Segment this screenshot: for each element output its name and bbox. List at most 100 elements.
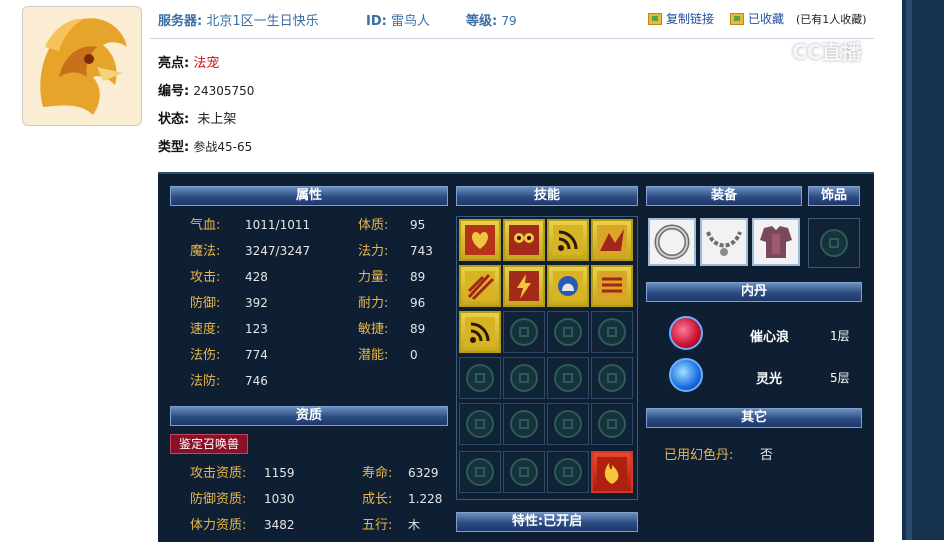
skill-slot[interactable] <box>547 265 589 307</box>
stat-label: 成长: <box>362 492 393 507</box>
empty-emblem-icon <box>466 458 494 486</box>
aptitude-header: 资质 <box>170 406 448 426</box>
skill-slot[interactable] <box>503 265 545 307</box>
skill-slot[interactable] <box>591 219 633 261</box>
equipment-slot[interactable] <box>700 218 748 266</box>
scroll-skill-icon <box>597 271 627 301</box>
chain-collar-icon <box>706 231 742 256</box>
number-row: 编号: 24305750 <box>158 80 254 99</box>
id-value: 雷鸟人 <box>390 14 430 29</box>
skill-slot[interactable] <box>503 219 545 261</box>
empty-skill-slot <box>459 357 501 399</box>
stat-row: 寿命: 6329 <box>362 462 439 481</box>
copy-link-label: 复制链接 <box>666 12 715 26</box>
spirit-skill-icon <box>553 271 583 301</box>
stat-value: 89 <box>410 270 426 284</box>
stat-value: 774 <box>245 348 268 362</box>
skill-slot[interactable] <box>459 311 501 353</box>
heart-armor-skill-icon <box>465 225 495 255</box>
stat-label: 攻击资质: <box>190 466 247 481</box>
empty-skill-slot <box>503 311 545 353</box>
appraise-pet-button[interactable]: 鉴定召唤兽 <box>170 434 248 454</box>
stat-row: 防御: 392 <box>190 292 268 311</box>
skill-slot[interactable] <box>591 451 633 493</box>
neidan-level: 1层 <box>830 329 850 343</box>
empty-emblem-icon <box>510 458 538 486</box>
stat-label: 体力资质: <box>190 518 247 533</box>
collect-button[interactable]: 已收藏 <box>730 10 784 27</box>
equipment-slot[interactable] <box>648 218 696 266</box>
skill-slot[interactable] <box>459 265 501 307</box>
highlight-row: 亮点: 法宠 <box>158 52 219 71</box>
status-value: 未上架 <box>197 112 237 127</box>
stat-value: 95 <box>410 218 426 232</box>
stat-value: 1030 <box>264 492 295 506</box>
stat-row: 力量: 89 <box>358 266 425 285</box>
page-scroll-area[interactable] <box>902 0 944 540</box>
stat-label: 潜能: <box>358 348 389 363</box>
type-value: 参战45-65 <box>193 140 253 154</box>
dye-used-value: 否 <box>760 448 774 463</box>
type-row: 类型: 参战45-65 <box>158 136 252 155</box>
equipment-header: 装备 <box>646 186 802 206</box>
stat-row: 气血: 1011/1011 <box>190 214 310 233</box>
owl-skill-icon <box>509 225 539 255</box>
empty-skill-slot <box>459 451 501 493</box>
flame-skill-icon <box>597 457 627 487</box>
phoenix-portrait-icon <box>23 7 141 125</box>
copy-link-button[interactable]: 复制链接 <box>648 10 714 27</box>
empty-skill-slot <box>547 451 589 493</box>
empty-skill-slot <box>503 357 545 399</box>
neidan-red-orb-icon <box>669 316 703 350</box>
armor-icon <box>760 226 792 258</box>
copy-link-icon <box>648 12 662 25</box>
stat-value: 89 <box>410 322 426 336</box>
trait-header: 特性:已开启 <box>456 512 638 532</box>
other-header: 其它 <box>646 408 862 428</box>
level-label: 等级: <box>466 14 498 29</box>
equipment-slot[interactable] <box>752 218 800 266</box>
empty-skill-slot <box>547 403 589 445</box>
server-info: 服务器: 北京1区一生日快乐 <box>158 10 319 29</box>
stat-value: 0 <box>410 348 418 362</box>
stat-label: 寿命: <box>362 466 393 481</box>
stat-label: 敏捷: <box>358 322 389 337</box>
stat-row: 耐力: 96 <box>358 292 425 311</box>
empty-skill-slot <box>503 403 545 445</box>
collect-count: (已有1人收藏) <box>796 13 867 26</box>
empty-emblem-icon <box>598 410 626 438</box>
stat-label: 体质: <box>358 218 389 233</box>
level-value: 79 <box>501 14 517 28</box>
stat-label: 耐力: <box>358 296 389 311</box>
empty-emblem-icon <box>554 364 582 392</box>
stat-label: 力量: <box>358 270 389 285</box>
empty-emblem-icon <box>820 229 848 257</box>
server-label: 服务器: <box>158 14 203 29</box>
wave-skill-icon <box>465 317 495 347</box>
neidan-name: 催心浪 <box>750 330 790 345</box>
level-info: 等级: 79 <box>466 10 517 29</box>
number-label: 编号: <box>158 84 190 99</box>
stat-label: 速度: <box>190 322 221 337</box>
empty-skill-slot <box>591 311 633 353</box>
stat-label: 气血: <box>190 218 221 233</box>
empty-emblem-icon <box>510 410 538 438</box>
stat-value: 1159 <box>264 466 295 480</box>
highlight-value: 法宠 <box>193 56 220 71</box>
skills-header: 技能 <box>456 186 638 206</box>
stat-value: 123 <box>245 322 268 336</box>
server-value: 北京1区一生日快乐 <box>206 14 319 29</box>
neidan-level: 5层 <box>830 371 850 385</box>
stat-row: 潜能: 0 <box>358 344 418 363</box>
pet-avatar <box>22 6 142 126</box>
stat-value: 392 <box>245 296 268 310</box>
stat-row: 体质: 95 <box>358 214 425 233</box>
stat-value: 428 <box>245 270 268 284</box>
stat-row: 速度: 123 <box>190 318 268 337</box>
skill-slot[interactable] <box>459 219 501 261</box>
skill-slot[interactable] <box>547 219 589 261</box>
skill-slot[interactable] <box>591 265 633 307</box>
stat-value: 3482 <box>264 518 295 532</box>
stat-label: 五行: <box>362 518 393 533</box>
empty-skill-slot <box>459 403 501 445</box>
